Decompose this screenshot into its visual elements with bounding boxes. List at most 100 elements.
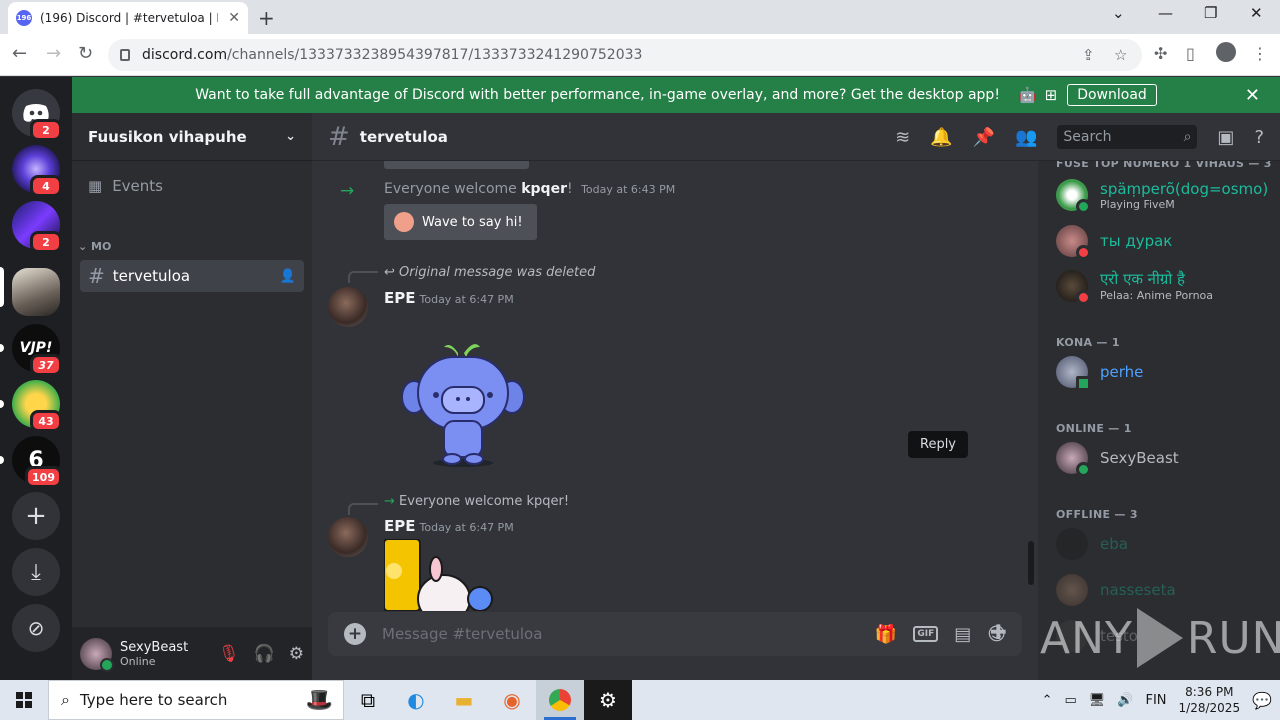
gif-icon[interactable]: GIF [913, 626, 939, 642]
browser-tab[interactable]: 196 (196) Discord | #tervetuloa | Fuus ✕ [8, 2, 248, 34]
server-icon-active[interactable] [12, 268, 60, 316]
search-input[interactable]: Search ⌕ [1057, 125, 1198, 149]
extensions-puzzle-icon[interactable]: ✣ [1154, 44, 1167, 63]
threads-icon[interactable]: ≋ [895, 127, 910, 148]
input-language[interactable]: FIN [1146, 693, 1167, 708]
minimize-button[interactable]: — [1158, 4, 1173, 22]
sticker-image[interactable] [384, 539, 504, 611]
reply-reference[interactable]: → Everyone welcome kpqer! [384, 494, 569, 509]
search-highlight-icon: 🎩 [305, 687, 333, 713]
side-panel-icon[interactable]: ▯ [1186, 44, 1195, 63]
share-icon[interactable]: ⇪ [1082, 46, 1095, 64]
chrome-menu-icon[interactable]: ⋮ [1252, 44, 1268, 63]
server-icon[interactable]: 6 109 [12, 436, 62, 488]
download-button[interactable]: Download [1067, 84, 1157, 106]
bookmark-star-icon[interactable]: ☆ [1114, 46, 1127, 64]
inbox-icon[interactable]: ▣ [1217, 127, 1234, 148]
user-status: Online [120, 654, 156, 668]
start-button[interactable] [0, 680, 48, 720]
play-triangle-icon [1136, 608, 1183, 668]
attach-plus-icon[interactable]: + [344, 623, 366, 645]
apps-icon[interactable]: ✚ [990, 620, 1007, 644]
reply-text: Original message was deleted [399, 265, 596, 280]
scrollbar[interactable] [1028, 541, 1034, 585]
welcome-username[interactable]: kpqer [521, 181, 567, 197]
pinned-messages-icon[interactable]: 📌 [973, 127, 995, 148]
reload-icon[interactable]: ↻ [78, 43, 93, 64]
role-header: OFFLINE — 3 [1056, 508, 1138, 521]
server-header[interactable]: Fuusikon vihapuhe ⌄ [72, 113, 312, 161]
username: SexyBeast [120, 639, 189, 655]
role-header: KONA — 1 [1056, 336, 1120, 349]
add-server-icon[interactable]: + [12, 492, 60, 540]
message-author[interactable]: EPE Today at 6:47 PM [384, 289, 514, 307]
new-tab-button[interactable]: + [258, 6, 275, 30]
avatar[interactable] [328, 517, 368, 557]
download-apps-icon[interactable]: ⤓ [12, 548, 60, 596]
previous-wave-button[interactable] [384, 161, 529, 169]
server-icon[interactable]: 43 [12, 380, 62, 432]
notifications-icon[interactable]: 💬 [1252, 691, 1272, 710]
task-view-icon[interactable]: ⧉ [344, 680, 392, 720]
android-icon: 🤖 [1017, 86, 1037, 104]
close-tab-icon[interactable]: ✕ [228, 10, 240, 26]
wumpus-sticker[interactable] [400, 339, 526, 469]
message-author[interactable]: EPE Today at 6:47 PM [384, 517, 514, 535]
member-item[interactable]: SexyBeast [1056, 442, 1179, 477]
restore-button[interactable]: ❐ [1204, 4, 1217, 22]
message-input[interactable]: Message #tervetuloa [382, 625, 542, 643]
server-icon[interactable]: 2 [12, 201, 62, 253]
member-item[interactable]: späṃperõ(dog=osmo) Playing FiveM [1056, 179, 1268, 214]
edge-browser-icon[interactable]: ◐ [392, 680, 440, 720]
mute-microphone-icon[interactable]: 🎙 [218, 644, 240, 664]
help-icon[interactable]: ? [1254, 127, 1264, 148]
headphones-icon[interactable]: 🎧 [254, 644, 275, 664]
channel-item-tervetuloa[interactable]: # tervetuloa 👤 [80, 260, 304, 292]
taskbar-search-box[interactable]: ⌕ Type here to search 🎩 [48, 680, 344, 720]
member-list-icon[interactable]: 👥 [1015, 127, 1037, 148]
member-item[interactable]: perhe [1056, 356, 1143, 391]
reply-reference[interactable]: ↩ Original message was deleted [384, 265, 595, 280]
create-invite-icon[interactable]: 👤 [280, 269, 296, 284]
member-item[interactable]: एरो एक नीग्रो है Pelaa: Anime Pornoa [1056, 269, 1213, 305]
file-explorer-icon[interactable]: ▬ [440, 680, 488, 720]
avatar[interactable] [328, 287, 368, 327]
settings-gear-icon[interactable]: ⚙ [584, 680, 632, 720]
role-header: FUSE TOP NUMERO 1 VIHAUS — 3 [1056, 161, 1272, 170]
close-window-button[interactable]: ✕ [1250, 4, 1263, 22]
address-bar[interactable]: discord.com/channels/1333733238954397817… [108, 39, 1142, 71]
show-hidden-icons-chevron-icon[interactable]: ⌃ [1042, 693, 1053, 708]
tab-search-chevron-icon[interactable]: ⌄ [1112, 4, 1125, 22]
events-item[interactable]: ▦ Events [88, 177, 163, 195]
member-item[interactable]: eba [1056, 528, 1128, 560]
notification-bell-icon[interactable]: 🔔 [930, 127, 952, 148]
explore-servers-icon[interactable]: ⊘ [12, 604, 60, 652]
search-icon: ⌕ [61, 690, 70, 709]
profile-avatar-icon[interactable] [1216, 42, 1236, 62]
volume-icon[interactable]: 🔊 [1117, 693, 1133, 708]
wave-button[interactable]: Wave to say hi! [384, 204, 537, 240]
network-icon[interactable]: 🖥 [1089, 693, 1106, 708]
member-item[interactable]: ты дурак [1056, 225, 1172, 260]
close-banner-icon[interactable]: ✕ [1245, 85, 1260, 106]
avatar [1056, 356, 1091, 391]
server-icon[interactable]: 4 [12, 145, 62, 197]
member-item[interactable]: nasseseta [1056, 574, 1176, 606]
gift-icon[interactable]: 🎁 [875, 624, 897, 645]
forward-arrow-icon[interactable]: → [46, 43, 61, 64]
avatar[interactable] [80, 637, 114, 672]
direct-messages-home-icon[interactable]: 2 [12, 89, 62, 141]
back-arrow-icon[interactable]: ← [12, 43, 27, 64]
notification-badge: 2 [30, 119, 62, 141]
chrome-taskbar-icon[interactable] [536, 680, 584, 720]
device-icon[interactable]: ▭ [1065, 693, 1077, 708]
sticker-icon[interactable]: ▤ [954, 624, 971, 645]
events-label: Events [112, 177, 163, 195]
server-icon[interactable]: VJP! 37 [12, 324, 62, 376]
firefox-icon[interactable]: ◉ [488, 680, 536, 720]
clock[interactable]: 8:36 PM 1/28/2025 [1179, 684, 1241, 716]
user-settings-gear-icon[interactable]: ⚙ [289, 644, 304, 664]
user-names[interactable]: SexyBeast Online [120, 640, 188, 668]
channel-category[interactable]: ⌄ MO [78, 240, 111, 253]
url-text: discord.com/channels/1333733238954397817… [142, 47, 643, 63]
